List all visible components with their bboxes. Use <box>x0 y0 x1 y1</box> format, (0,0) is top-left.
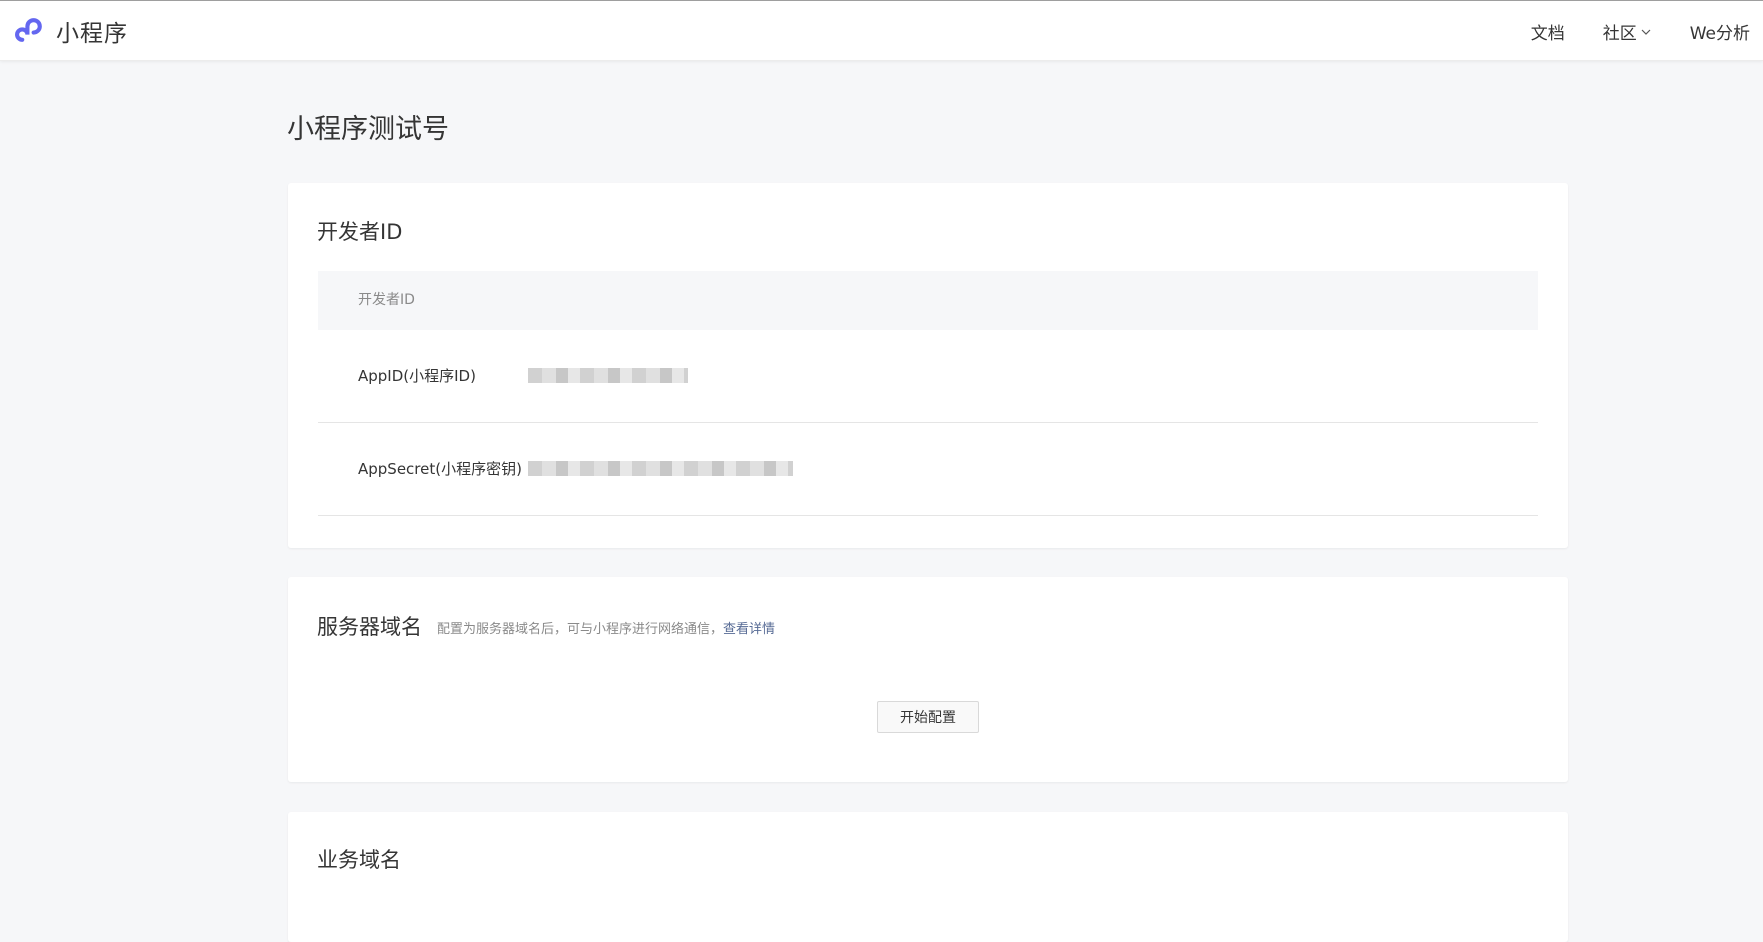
server-domain-description: 配置为服务器域名后，可与小程序进行网络通信，查看详情 <box>437 618 775 637</box>
nav-community-label: 社区 <box>1602 24 1637 44</box>
nav-community[interactable]: 社区 <box>1603 19 1652 44</box>
nav-docs[interactable]: 文档 <box>1531 19 1565 44</box>
business-domain-card: 业务域名 <box>288 812 1568 942</box>
miniprogram-logo-icon <box>15 17 42 42</box>
table-header: 开发者ID <box>318 271 1538 330</box>
brand-name: 小程序 <box>56 21 128 47</box>
appid-value-masked <box>528 368 688 383</box>
table-row-appsecret: AppSecret(小程序密钥) <box>318 423 1538 516</box>
appsecret-value-masked <box>528 461 793 476</box>
nav-we-analytics[interactable]: We分析 <box>1690 19 1750 44</box>
top-nav: 文档 社区 We分析 <box>1493 1 1750 62</box>
developer-id-card: 开发者ID 开发者ID AppID(小程序ID) AppSecret(小程序密钥… <box>288 183 1568 548</box>
appsecret-label: AppSecret(小程序密钥) <box>358 460 522 478</box>
appid-label: AppID(小程序ID) <box>358 367 476 385</box>
server-domain-description-text: 配置为服务器域名后，可与小程序进行网络通信， <box>437 622 724 637</box>
chevron-down-icon <box>1641 29 1651 35</box>
table-row-appid: AppID(小程序ID) <box>318 330 1538 423</box>
server-domain-title: 服务器域名 <box>317 615 422 639</box>
top-bar: 小程序 文档 社区 We分析 <box>0 0 1763 61</box>
page-title: 小程序测试号 <box>287 114 449 145</box>
start-config-button[interactable]: 开始配置 <box>877 701 979 733</box>
brand-logo[interactable]: 小程序 <box>14 14 128 48</box>
business-domain-title: 业务域名 <box>317 848 401 872</box>
server-domain-card: 服务器域名 配置为服务器域名后，可与小程序进行网络通信，查看详情 开始配置 <box>288 577 1568 782</box>
view-details-link[interactable]: 查看详情 <box>723 622 775 637</box>
developer-id-title: 开发者ID <box>317 220 403 244</box>
